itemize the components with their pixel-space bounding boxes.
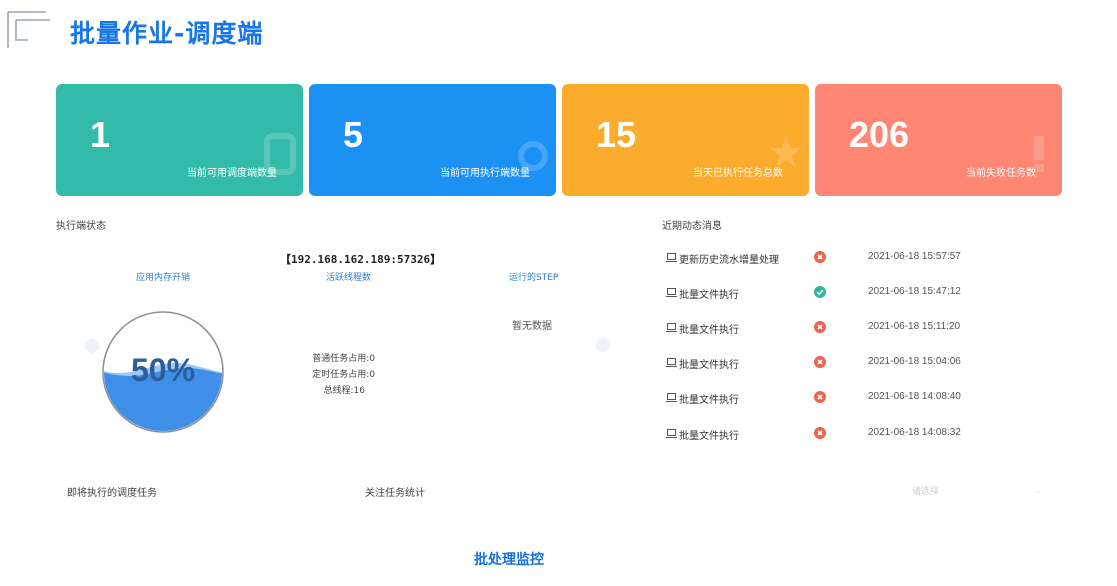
link-icon (264, 133, 296, 175)
computer-icon (666, 253, 677, 262)
stat-timed-tasks: 定时任务占用:0 (312, 370, 375, 380)
message-time: 2021-06-18 14:08:32 (868, 427, 961, 438)
recent-messages-title: 近期动态消息 (662, 221, 722, 232)
message-time: 2021-06-18 15:04:06 (868, 356, 961, 367)
card-value: 1 (90, 114, 111, 155)
computer-icon (666, 429, 677, 438)
header: 批量作业-调度端 (0, 0, 1117, 60)
message-row[interactable]: 批量文件执行 2021-06-18 14:08:32 (666, 426, 976, 446)
message-time: 2021-06-18 14:08:40 (868, 391, 961, 402)
upcoming-tasks-title: 即将执行的调度任务 (67, 488, 157, 499)
memory-gauge: 50% (102, 311, 224, 433)
message-name: 更新历史流水增量处理 (679, 255, 779, 266)
refresh-icon (518, 141, 548, 171)
page-title: 批量作业-调度端 (70, 19, 264, 48)
executor-address: 【192.168.162.189:57326】 (280, 253, 442, 266)
message-row[interactable]: 批量文件执行 2021-06-18 15:47:12 (666, 285, 976, 305)
footer-title: 批处理监控 (474, 552, 544, 568)
message-name: 批量文件执行 (679, 290, 739, 301)
gauge-value: 50% (131, 352, 195, 388)
card-value: 206 (849, 114, 910, 155)
star-icon (770, 136, 802, 168)
computer-icon (666, 288, 677, 297)
failure-icon (814, 356, 826, 368)
message-time: 2021-06-18 15:57:57 (868, 251, 961, 262)
card-executor-count: 5 当前可用执行端数量 (309, 84, 556, 196)
computer-icon (666, 358, 677, 367)
failure-icon (814, 251, 826, 263)
tab-active-threads[interactable]: 活跃线程数 (326, 270, 371, 283)
message-row[interactable]: 批量文件执行 2021-06-18 14:08:40 (666, 390, 976, 410)
tab-running-step[interactable]: 运行的STEP (509, 270, 558, 283)
failure-icon (814, 321, 826, 333)
task-select[interactable]: 请选择 (912, 484, 939, 497)
stat-total-threads: 总线程:16 (323, 386, 366, 396)
tab-memory-usage[interactable]: 应用内存开销 (136, 270, 190, 283)
chevron-down-icon[interactable]: ⌄ (1035, 486, 1042, 495)
message-name: 批量文件执行 (679, 395, 739, 406)
failure-icon (814, 427, 826, 439)
alert-icon (1034, 136, 1044, 172)
message-row[interactable]: 更新历史流水增量处理 2021-06-18 15:57:57 (666, 250, 976, 270)
computer-icon (666, 323, 677, 332)
no-data-text: 暂无数据 (512, 321, 552, 332)
computer-icon (666, 393, 677, 402)
message-name: 批量文件执行 (679, 325, 739, 336)
message-name: 批量文件执行 (679, 431, 739, 442)
message-row[interactable]: 批量文件执行 2021-06-18 15:04:06 (666, 355, 976, 375)
bracket-logo-icon (7, 11, 50, 48)
card-value: 15 (596, 114, 637, 155)
executor-status-title: 执行端状态 (56, 221, 106, 232)
watched-tasks-title: 关注任务统计 (365, 488, 425, 499)
card-failed-count: 206 当前失败任务数 (815, 84, 1062, 196)
message-row[interactable]: 批量文件执行 2021-06-18 15:11:20 (666, 320, 976, 340)
summary-cards: 1 当前可用调度端数量 5 当前可用执行端数量 15 当天已执行任务总数 206… (56, 84, 1064, 196)
success-icon (814, 286, 826, 298)
message-time: 2021-06-18 15:47:12 (868, 286, 961, 297)
message-time: 2021-06-18 15:11:20 (868, 321, 961, 332)
carousel-next-icon[interactable] (596, 338, 610, 352)
stat-normal-tasks: 普通任务占用:0 (312, 354, 375, 364)
carousel-prev-icon[interactable] (85, 339, 99, 353)
card-executed-today: 15 当天已执行任务总数 (562, 84, 809, 196)
message-name: 批量文件执行 (679, 360, 739, 371)
card-scheduler-count: 1 当前可用调度端数量 (56, 84, 303, 196)
failure-icon (814, 391, 826, 403)
card-value: 5 (343, 114, 364, 155)
